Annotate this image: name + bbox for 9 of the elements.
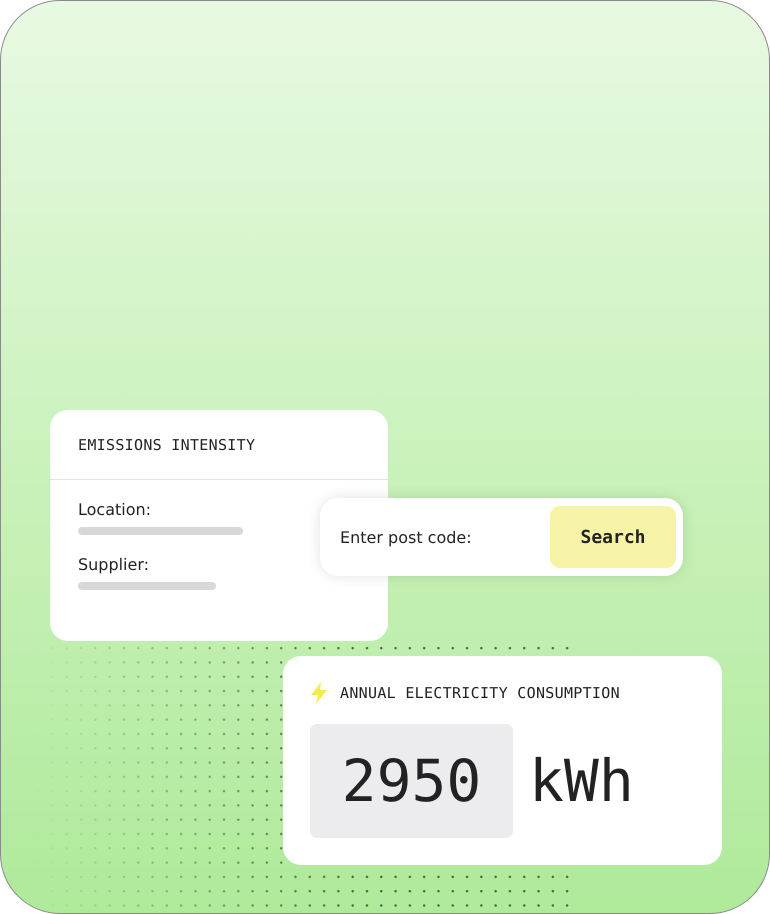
field-label: Supplier: (78, 555, 150, 574)
card-title: ANNUAL ELECTRICITY CONSUMPTION (340, 684, 620, 702)
card-title: EMISSIONS INTENSITY (78, 436, 256, 454)
postcode-field[interactable]: Enter post code: (340, 528, 530, 546)
search-button[interactable]: Search (550, 506, 676, 568)
consumption-value: 2950 (310, 724, 513, 838)
lightning-icon (310, 682, 328, 704)
unit-label: kWh (529, 747, 634, 815)
field-label: Location: (78, 500, 152, 519)
